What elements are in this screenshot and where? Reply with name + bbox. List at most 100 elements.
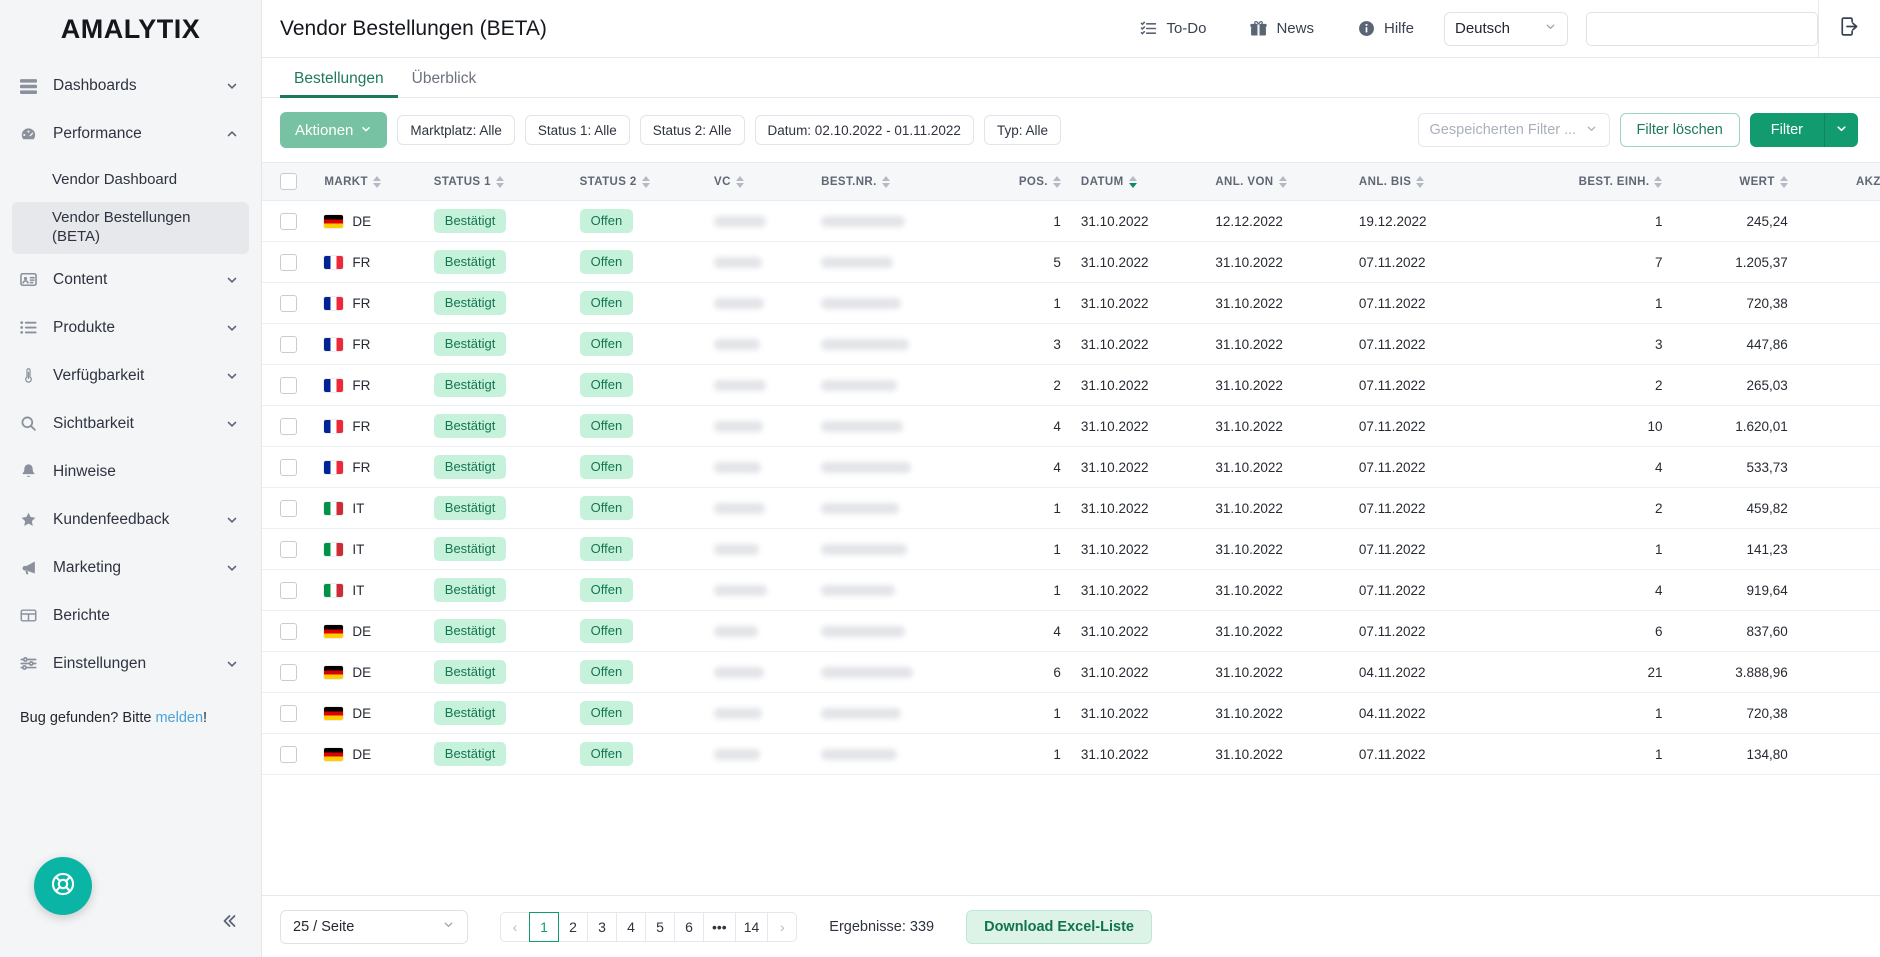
sort-toggle-icon[interactable] [1779, 175, 1788, 188]
table-row[interactable]: FR Bestätigt Offen 1 31.10.2022 31.10.2022 07.… [262, 282, 1880, 324]
row-checkbox[interactable] [279, 253, 297, 271]
column-header-besteinh[interactable]: BEST. EINH. [1499, 162, 1673, 201]
filter-pill-typ[interactable]: Typ: Alle [983, 115, 1061, 145]
table-row[interactable]: DE Bestätigt Offen 1 31.10.2022 31.10.2022 04.… [262, 692, 1880, 734]
sidebar-item-marketing[interactable]: Marketing [0, 544, 261, 592]
select-all-checkbox[interactable] [279, 173, 297, 190]
table-row[interactable]: FR Bestätigt Offen 5 31.10.2022 31.10.2022 07.… [262, 241, 1880, 283]
column-header-bestnr[interactable]: BEST.NR. [811, 162, 962, 201]
pagination-page-6[interactable]: 6 [674, 911, 704, 942]
pagination-next[interactable]: › [767, 911, 798, 942]
pagination-prev[interactable]: ‹ [500, 911, 530, 942]
pagination-page-3[interactable]: 3 [587, 911, 617, 942]
pagination-page-4[interactable]: 4 [616, 911, 646, 942]
column-header-akzeinh[interactable]: AKZ. EINH. [1797, 162, 1880, 201]
column-header-anlvon[interactable]: ANL. VON [1205, 162, 1349, 201]
sidebar-collapse-button[interactable] [219, 911, 239, 935]
column-header-markt[interactable]: MARKT [314, 162, 424, 201]
table-row[interactable]: FR Bestätigt Offen 4 31.10.2022 31.10.2022 07.… [262, 405, 1880, 447]
tab-ueberblick[interactable]: Überblick [398, 70, 491, 97]
sidebar-item-content[interactable]: Content [0, 256, 261, 304]
row-checkbox[interactable] [279, 294, 297, 312]
sort-toggle-icon[interactable] [641, 175, 650, 188]
column-header-status1[interactable]: STATUS 1 [423, 162, 570, 201]
row-checkbox[interactable] [279, 663, 297, 681]
tab-bestellungen[interactable]: Bestellungen [280, 70, 398, 98]
sidebar-item-produkte[interactable]: Produkte [0, 304, 261, 352]
filter-dropdown-button[interactable] [1824, 113, 1858, 147]
filter-pill-status1[interactable]: Status 1: Alle [524, 115, 630, 145]
filter-button[interactable]: Filter [1749, 113, 1824, 147]
table-row[interactable]: DE Bestätigt Offen 1 31.10.2022 31.10.2022 07.… [262, 733, 1880, 775]
column-header-datum[interactable]: DATUM [1070, 162, 1206, 201]
table-row[interactable]: FR Bestätigt Offen 2 31.10.2022 31.10.2022 07.… [262, 364, 1880, 406]
column-header-pos[interactable]: POS. [961, 162, 1071, 201]
download-excel-button[interactable]: Download Excel-Liste [966, 909, 1152, 944]
help-bubble-button[interactable] [34, 857, 92, 915]
column-header-wert[interactable]: WERT [1672, 162, 1798, 201]
table-row[interactable]: DE Bestätigt Offen 4 31.10.2022 31.10.2022 07.… [262, 610, 1880, 652]
sidebar-item-dashboards[interactable]: Dashboards [0, 62, 261, 110]
orders-table-container[interactable]: MARKT STATUS 1 STATUS 2 VC BEST.NR. POS. DATUM… [262, 162, 1880, 895]
filter-loeschen-button[interactable]: Filter löschen [1619, 113, 1740, 147]
hilfe-link[interactable]: Hilfe [1336, 20, 1436, 37]
row-checkbox[interactable] [279, 581, 297, 599]
sort-toggle-icon[interactable] [372, 175, 381, 188]
table-row[interactable]: IT Bestätigt Offen 1 31.10.2022 31.10.2022 07.… [262, 528, 1880, 570]
sort-toggle-icon[interactable] [1128, 175, 1137, 188]
pagination-page-5[interactable]: 5 [645, 911, 675, 942]
sort-toggle-icon[interactable] [881, 175, 890, 188]
row-checkbox[interactable] [279, 458, 297, 476]
brand-logo[interactable]: AMALYTIX [0, 0, 261, 58]
row-checkbox[interactable] [279, 704, 297, 722]
per-page-select[interactable]: 25 / Seite [280, 909, 468, 944]
column-header-status2[interactable]: STATUS 2 [569, 162, 705, 201]
pagination-page-14[interactable]: 14 [734, 911, 769, 942]
language-select[interactable]: Deutsch [1444, 11, 1568, 46]
sort-toggle-icon[interactable] [495, 175, 504, 188]
row-checkbox[interactable] [279, 417, 297, 435]
bug-report-link[interactable]: melden [155, 710, 203, 726]
pagination-page-ellipsisellipsisellipsis[interactable]: ••• [703, 911, 736, 942]
table-row[interactable]: FR Bestätigt Offen 3 31.10.2022 31.10.2022 07.… [262, 323, 1880, 365]
row-checkbox[interactable] [279, 745, 297, 763]
row-checkbox[interactable] [279, 376, 297, 394]
filter-pill-datum[interactable]: Datum: 02.10.2022 - 01.11.2022 [754, 115, 974, 145]
saved-filter-select[interactable]: Gespeicherten Filter ... [1417, 113, 1610, 147]
filter-pill-status2[interactable]: Status 2: Alle [639, 115, 745, 145]
sidebar-item-hinweise[interactable]: Hinweise [0, 448, 261, 496]
pagination-page-1[interactable]: 1 [529, 911, 559, 942]
row-checkbox[interactable] [279, 499, 297, 517]
todo-link[interactable]: To-Do [1118, 20, 1228, 37]
sort-toggle-icon[interactable] [735, 175, 744, 188]
sort-toggle-icon[interactable] [1052, 175, 1061, 188]
news-link[interactable]: News [1228, 20, 1336, 37]
sort-toggle-icon[interactable] [1278, 175, 1287, 188]
sidebar-item-einstellungen[interactable]: Einstellungen [0, 640, 261, 688]
pagination-page-2[interactable]: 2 [558, 911, 588, 942]
filter-pill-marktplatz[interactable]: Marktplatz: Alle [397, 115, 515, 145]
column-header-vc[interactable]: VC [704, 162, 812, 201]
table-row[interactable]: FR Bestätigt Offen 4 31.10.2022 31.10.2022 07.… [262, 446, 1880, 488]
sidebar-item-performance[interactable]: Performance [0, 110, 261, 158]
table-row[interactable]: DE Bestätigt Offen 6 31.10.2022 31.10.2022 04.… [262, 651, 1880, 693]
logout-button[interactable] [1818, 0, 1880, 58]
sidebar-item-kundenfeedback[interactable]: Kundenfeedback [0, 496, 261, 544]
sidebar-item-berichte[interactable]: Berichte [0, 592, 261, 640]
row-checkbox[interactable] [279, 212, 297, 230]
sort-toggle-icon[interactable] [1416, 175, 1425, 188]
search-input[interactable] [1586, 11, 1818, 46]
sidebar-item-vendor-dashboard[interactable]: Vendor Dashboard [12, 160, 249, 200]
row-checkbox[interactable] [279, 622, 297, 640]
sort-toggle-icon[interactable] [1654, 175, 1663, 188]
aktionen-button[interactable]: Aktionen [280, 112, 388, 148]
sidebar-item-verfuegbarkeit[interactable]: Verfügbarkeit [0, 352, 261, 400]
row-checkbox[interactable] [279, 335, 297, 353]
row-checkbox[interactable] [279, 540, 297, 558]
column-header-anlbis[interactable]: ANL. BIS [1348, 162, 1500, 201]
sidebar-item-vendor-bestellungen[interactable]: Vendor Bestellungen (BETA) [12, 202, 249, 254]
table-row[interactable]: IT Bestätigt Offen 1 31.10.2022 31.10.2022 07.… [262, 487, 1880, 529]
sidebar-item-sichtbarkeit[interactable]: Sichtbarkeit [0, 400, 261, 448]
table-row[interactable]: DE Bestätigt Offen 1 31.10.2022 12.12.2022 19.… [262, 200, 1880, 242]
table-row[interactable]: IT Bestätigt Offen 1 31.10.2022 31.10.2022 07.… [262, 569, 1880, 611]
